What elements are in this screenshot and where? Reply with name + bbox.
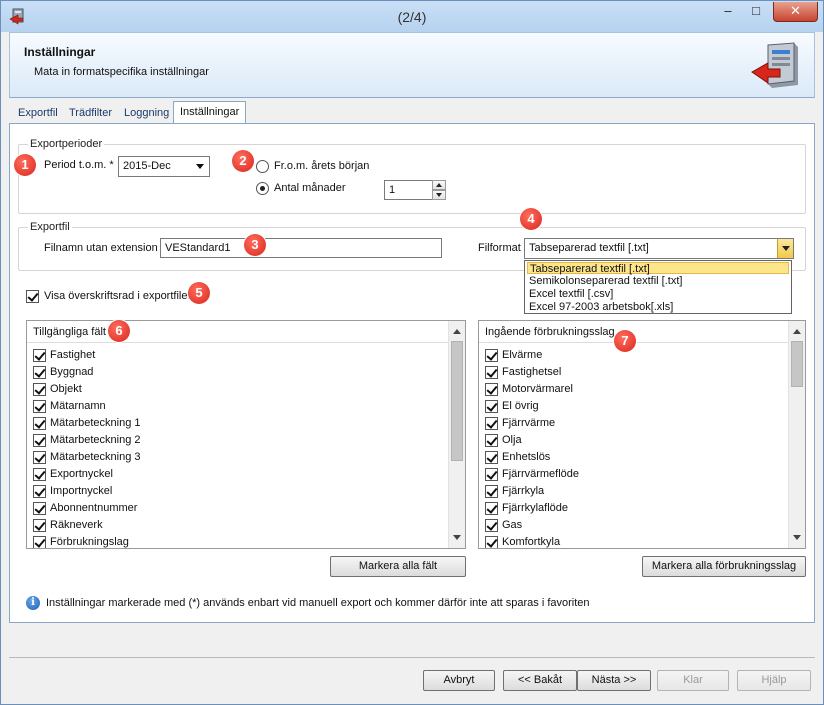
period-select[interactable]: 2015-Dec bbox=[118, 156, 210, 177]
scroll-up-icon[interactable] bbox=[453, 329, 461, 334]
period-label: Period t.o.m. * bbox=[44, 159, 114, 171]
file-format-dropdown: Tabseparerad textfil [.txt] Semikolonsep… bbox=[524, 260, 792, 314]
close-button[interactable]: ✕ bbox=[773, 2, 818, 22]
tab-installningar[interactable]: Inställningar bbox=[173, 101, 247, 125]
scroll-up-icon[interactable] bbox=[793, 329, 801, 334]
export-periods-group bbox=[18, 144, 806, 214]
export-file-title: Exportfil bbox=[28, 221, 72, 233]
scroll-thumb[interactable] bbox=[791, 341, 803, 387]
wizard-window: (2/4) – □ ✕ Inställningar Mata in format… bbox=[0, 0, 824, 705]
scroll-down-icon[interactable] bbox=[453, 535, 461, 540]
chevron-down-icon bbox=[196, 164, 204, 169]
show-header-row-checkbox[interactable] bbox=[26, 290, 39, 303]
field-checkbox[interactable] bbox=[33, 400, 46, 413]
type-checkbox[interactable] bbox=[485, 400, 498, 413]
field-checkbox[interactable] bbox=[33, 417, 46, 430]
format-option[interactable]: Excel 97-2003 arbetsbok[.xls] bbox=[527, 301, 789, 313]
tab-loggning[interactable]: Loggning bbox=[117, 102, 176, 124]
wizard-header: Inställningar Mata in formatspecifika in… bbox=[9, 32, 815, 98]
callout-badge-5: 5 bbox=[188, 282, 210, 304]
period-select-value: 2015-Dec bbox=[123, 160, 171, 172]
radio-from-year-start-label: Fr.o.m. årets början bbox=[274, 160, 370, 172]
field-checkbox[interactable] bbox=[33, 383, 46, 396]
type-checkbox[interactable] bbox=[485, 485, 498, 498]
window-title: (2/4) bbox=[397, 9, 427, 25]
field-checkbox[interactable] bbox=[33, 366, 46, 379]
select-all-fields-button[interactable]: Markera alla fält bbox=[330, 556, 466, 577]
type-checkbox[interactable] bbox=[485, 536, 498, 548]
info-icon: i bbox=[26, 596, 40, 610]
scroll-thumb[interactable] bbox=[451, 341, 463, 461]
type-checkbox[interactable] bbox=[485, 417, 498, 430]
show-header-row-label: Visa överskriftsrad i exportfilen bbox=[44, 290, 194, 302]
tab-exportfil[interactable]: Exportfil bbox=[11, 102, 65, 124]
field-checkbox[interactable] bbox=[33, 434, 46, 447]
radio-number-of-months-label: Antal månader bbox=[274, 182, 346, 194]
field-checkbox[interactable] bbox=[33, 519, 46, 532]
type-checkbox[interactable] bbox=[485, 468, 498, 481]
radio-from-year-start[interactable] bbox=[256, 160, 269, 173]
radio-number-of-months[interactable] bbox=[256, 182, 269, 195]
consumption-types-scrollbar[interactable] bbox=[788, 321, 805, 548]
format-option[interactable]: Excel textfil [.csv] bbox=[527, 288, 789, 300]
type-checkbox[interactable] bbox=[485, 451, 498, 464]
field-checkbox[interactable] bbox=[33, 468, 46, 481]
months-input[interactable]: 1 bbox=[384, 180, 434, 200]
settings-panel: Exportperioder 1 Period t.o.m. * 2015-De… bbox=[9, 123, 815, 623]
maximize-button[interactable]: □ bbox=[743, 2, 769, 22]
tab-strip: Exportfil Trädfilter Loggning Inställnin… bbox=[9, 101, 815, 125]
chevron-down-icon[interactable] bbox=[777, 239, 793, 258]
callout-badge-7: 7 bbox=[614, 330, 636, 352]
next-button[interactable]: Nästa >> bbox=[577, 670, 651, 691]
tab-tradfilter[interactable]: Trädfilter bbox=[62, 102, 119, 124]
help-button[interactable]: Hjälp bbox=[737, 670, 811, 691]
callout-badge-2: 2 bbox=[232, 150, 254, 172]
format-option[interactable]: Tabseparerad textfil [.txt] bbox=[527, 262, 789, 275]
info-text: Inställningar markerade med (*) används … bbox=[46, 597, 590, 609]
field-checkbox[interactable] bbox=[33, 451, 46, 464]
filename-label: Filnamn utan extension bbox=[44, 242, 158, 254]
field-checkbox[interactable] bbox=[33, 349, 46, 362]
type-checkbox[interactable] bbox=[485, 434, 498, 447]
finish-button[interactable]: Klar bbox=[657, 670, 729, 691]
page-title: Inställningar bbox=[24, 45, 96, 59]
back-button[interactable]: << Bakåt bbox=[503, 670, 577, 691]
available-fields-list: Tillgängliga fält Fastighet Byggnad Obje… bbox=[26, 320, 466, 549]
field-checkbox[interactable] bbox=[33, 485, 46, 498]
callout-badge-4: 4 bbox=[520, 208, 542, 230]
type-checkbox[interactable] bbox=[485, 502, 498, 515]
available-fields-title: Tillgängliga fält bbox=[27, 321, 449, 343]
months-spin-down[interactable] bbox=[432, 190, 446, 200]
cancel-button[interactable]: Avbryt bbox=[423, 670, 495, 691]
callout-badge-6: 6 bbox=[108, 320, 130, 342]
format-option[interactable]: Semikolonseparerad textfil [.txt] bbox=[527, 275, 789, 287]
title-bar: (2/4) – □ ✕ bbox=[1, 1, 823, 32]
field-checkbox[interactable] bbox=[33, 536, 46, 548]
type-checkbox[interactable] bbox=[485, 519, 498, 532]
callout-badge-3: 3 bbox=[244, 234, 266, 256]
type-checkbox[interactable] bbox=[485, 349, 498, 362]
type-checkbox[interactable] bbox=[485, 366, 498, 379]
filename-input[interactable]: VEStandard1 bbox=[160, 238, 442, 258]
callout-badge-1: 1 bbox=[14, 154, 36, 176]
page-subtitle: Mata in formatspecifika inställningar bbox=[34, 66, 209, 78]
file-format-label: Filformat bbox=[478, 242, 521, 254]
minimize-button[interactable]: – bbox=[715, 2, 741, 22]
field-checkbox[interactable] bbox=[33, 502, 46, 515]
export-periods-title: Exportperioder bbox=[28, 138, 105, 150]
file-format-value: Tabseparerad textfil [.txt] bbox=[529, 242, 649, 254]
type-checkbox[interactable] bbox=[485, 383, 498, 396]
select-all-types-button[interactable]: Markera alla förbrukningsslag bbox=[642, 556, 806, 577]
file-format-select[interactable]: Tabseparerad textfil [.txt] bbox=[524, 238, 794, 259]
footer-divider bbox=[9, 657, 815, 658]
available-fields-scrollbar[interactable] bbox=[448, 321, 465, 548]
scroll-down-icon[interactable] bbox=[793, 535, 801, 540]
consumption-types-list: Ingående förbrukningsslag Elvärme Fastig… bbox=[478, 320, 806, 549]
months-spin-up[interactable] bbox=[432, 180, 446, 190]
server-export-icon bbox=[751, 42, 798, 88]
